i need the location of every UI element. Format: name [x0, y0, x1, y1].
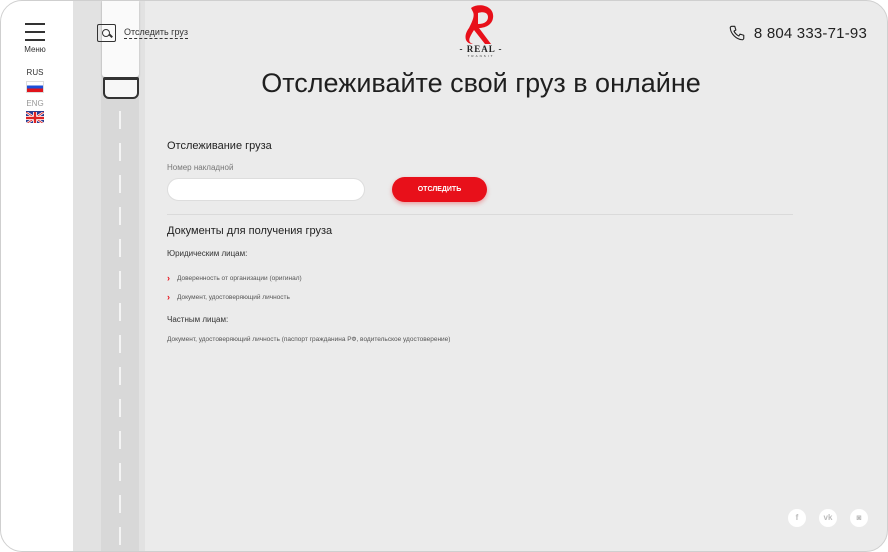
road-lane-marking: [119, 111, 121, 551]
list-item: › Доверенность от организации (оригинал): [167, 273, 302, 283]
individuals-document-text: Документ, удостоверяющий личность (паспо…: [167, 336, 451, 343]
section-divider: [167, 214, 793, 215]
logo-wordmark: - REAL -: [459, 44, 503, 54]
list-item-label: Документ, удостоверяющий личность: [177, 293, 290, 301]
sidebar: Меню RUS ENG: [1, 1, 73, 551]
waybill-input[interactable]: [167, 178, 365, 201]
legal-entities-heading: Юридическим лицам:: [167, 249, 248, 258]
chevron-right-icon: ›: [167, 273, 170, 283]
list-item-label: Доверенность от организации (оригинал): [177, 274, 302, 282]
package-search-icon: [97, 24, 116, 42]
uk-flag-icon[interactable]: [26, 111, 44, 123]
logo-r-mark-icon: [465, 5, 494, 45]
truck-icon: [101, 1, 141, 101]
chevron-right-icon: ›: [167, 292, 170, 302]
vk-icon[interactable]: vk: [819, 509, 837, 527]
instagram-icon[interactable]: ◙: [850, 509, 868, 527]
brand-logo[interactable]: - REAL - TRANSIT: [453, 4, 509, 66]
hamburger-menu-icon[interactable]: [25, 23, 45, 47]
lang-eng-link[interactable]: ENG: [1, 99, 69, 108]
menu-label[interactable]: Меню: [1, 45, 69, 54]
app-frame: Меню RUS ENG Отследить груз - REAL - TRA…: [0, 0, 888, 552]
track-button[interactable]: ОТСЛЕДИТЬ: [392, 177, 487, 202]
tracking-section-title: Отслеживание груза: [167, 140, 272, 152]
phone-number[interactable]: 8 804 333-71-93: [754, 25, 867, 42]
facebook-icon[interactable]: f: [788, 509, 806, 527]
track-cargo-link[interactable]: Отследить груз: [97, 24, 188, 42]
page-title: Отслеживайте свой груз в онлайне: [261, 68, 701, 98]
list-item: › Документ, удостоверяющий личность: [167, 292, 290, 302]
logo-subtext: TRANSIT: [467, 54, 495, 58]
russia-flag-icon[interactable]: [26, 81, 44, 93]
lang-rus-link[interactable]: RUS: [1, 68, 69, 77]
individuals-heading: Частным лицам:: [167, 315, 229, 324]
track-cargo-label[interactable]: Отследить груз: [124, 27, 188, 39]
phone-icon: [729, 25, 745, 41]
waybill-label: Номер накладной: [167, 163, 234, 172]
documents-section-title: Документы для получения груза: [167, 225, 333, 237]
phone-link[interactable]: 8 804 333-71-93: [728, 24, 867, 42]
